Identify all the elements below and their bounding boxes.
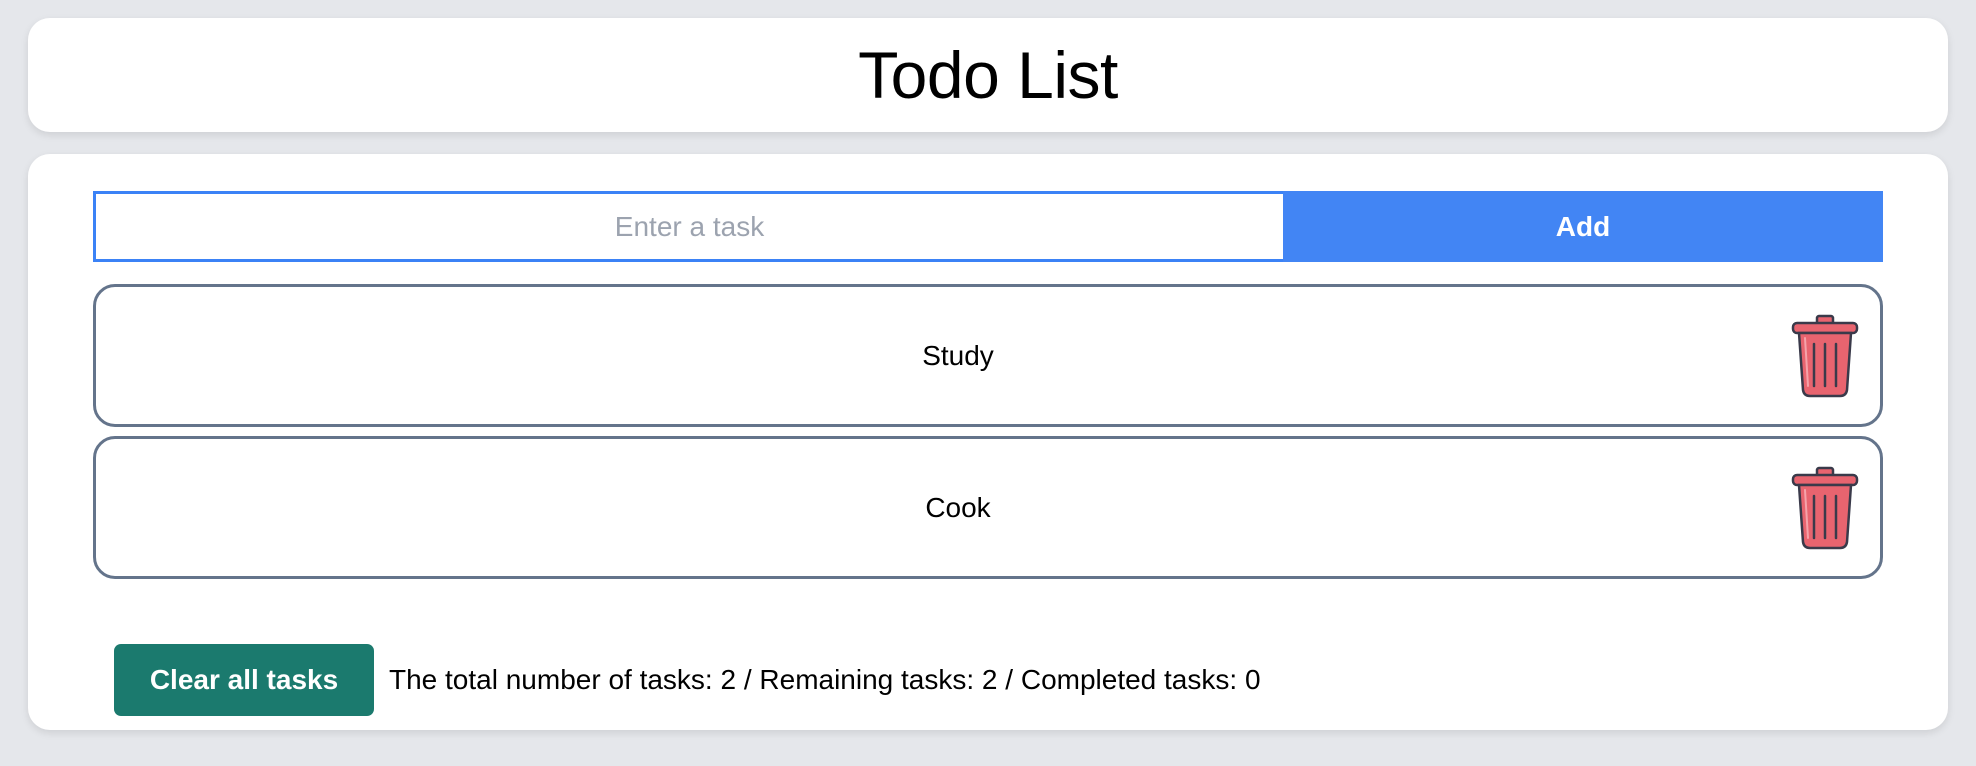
header-card: Todo List [28, 18, 1948, 132]
add-task-form: Add [93, 191, 1883, 262]
trash-can-icon [1791, 314, 1859, 397]
delete-task-button[interactable] [1788, 465, 1862, 551]
task-input[interactable] [93, 191, 1283, 262]
task-label: Study [922, 339, 994, 371]
task-footer: Clear all tasks The total number of task… [114, 644, 1261, 716]
task-stats: The total number of tasks: 2 / Remaining… [389, 664, 1261, 695]
task-item[interactable]: Cook [93, 436, 1883, 579]
task-list: Study Cook [93, 284, 1883, 588]
task-label: Cook [925, 491, 991, 523]
todo-panel: Add Study Cook [28, 154, 1948, 730]
task-item[interactable]: Study [93, 284, 1883, 427]
page-title: Todo List [858, 38, 1118, 112]
clear-all-button[interactable]: Clear all tasks [114, 644, 374, 716]
add-button[interactable]: Add [1283, 191, 1883, 262]
delete-task-button[interactable] [1788, 313, 1862, 399]
trash-can-icon [1791, 466, 1859, 549]
